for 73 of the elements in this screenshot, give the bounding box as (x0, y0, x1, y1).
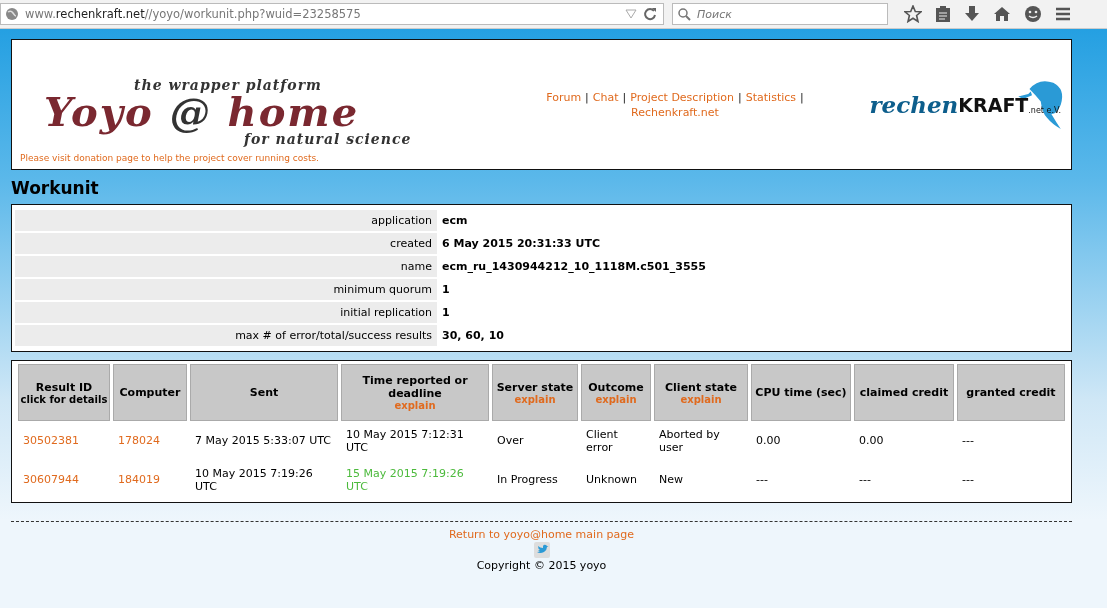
column-header: Computer (113, 364, 187, 421)
smiley-icon[interactable] (1024, 5, 1042, 23)
field-value: 1 (441, 305, 451, 321)
table-cell-text: 15 May 2015 7:19:26 UTC (345, 465, 465, 495)
computer-link[interactable]: 184019 (113, 460, 187, 499)
menu-icon[interactable] (1055, 7, 1071, 21)
column-header: Sent (190, 364, 338, 421)
page-title: Workunit (11, 178, 100, 198)
table-cell-text: --- (961, 433, 975, 449)
column-header: granted credit (957, 364, 1065, 421)
table-cell-text: New (658, 472, 684, 488)
field-label: application (15, 210, 437, 231)
table-cell-text: Over (496, 433, 525, 449)
home-icon[interactable] (993, 6, 1011, 22)
column-header: CPU time (sec) (751, 364, 851, 421)
globe-icon (5, 7, 19, 21)
nav-link[interactable]: Forum (546, 90, 582, 104)
column-header: Client state explain (654, 364, 748, 421)
search-field[interactable]: Поиск (672, 3, 888, 25)
reload-icon[interactable] (643, 7, 657, 21)
explain-link[interactable]: explain (494, 393, 576, 405)
explain-link[interactable]: explain (656, 393, 746, 405)
result-id-link[interactable]: 30607944 (18, 460, 110, 499)
donation-note: Please visit donation page to help the project cover running costs. (20, 153, 320, 163)
field-value: ecm (441, 213, 469, 229)
url-text: www.rechenkraft.net//yoyo/workunit.php?wuid=23258575 (25, 7, 361, 21)
explain-link[interactable]: explain (583, 393, 649, 405)
table-cell-text: 0.00 (858, 433, 885, 449)
nav-link[interactable]: Rechenkraft.net (631, 105, 719, 119)
field-label: created (15, 233, 437, 254)
table-cell-text: Unknown (585, 472, 639, 488)
table-cell-text: 7 May 2015 5:33:07 UTC (194, 433, 332, 449)
column-header: claimed credit (854, 364, 954, 421)
main-page-link[interactable]: Return to yoyo@home main page (448, 528, 635, 541)
field-value: 1 (441, 282, 451, 298)
nav-link[interactable]: Statistics (745, 90, 797, 104)
table-cell-text: 0.00 (755, 433, 782, 449)
column-header: Outcome explain (581, 364, 651, 421)
nav-separator: | (800, 90, 804, 104)
table-cell-text: In Progress (496, 472, 559, 488)
copyright-text: Copyright © 2015 yoyo (476, 559, 607, 572)
nav-link[interactable]: Chat (592, 90, 619, 104)
bird-icon[interactable] (533, 542, 550, 558)
table-cell-text: --- (755, 472, 769, 488)
explain-link[interactable]: explain (343, 400, 487, 411)
nav-link[interactable]: Project Description (630, 90, 735, 104)
field-value: 6 May 2015 20:31:33 UTC (441, 236, 602, 252)
computer-link[interactable]: 178024 (113, 421, 187, 460)
table-cell-text: --- (858, 472, 872, 488)
field-label: initial replication (15, 302, 437, 323)
address-bar[interactable]: www.rechenkraft.net//yoyo/workunit.php?wuid=23258575 (0, 3, 664, 25)
table-cell-text: 10 May 2015 7:19:26 UTC (194, 465, 314, 495)
column-header: Server state explain (492, 364, 578, 421)
column-header: Result ID click for details (18, 364, 110, 421)
table-cell-text: Aborted by user (658, 426, 721, 456)
clipboard-icon[interactable] (935, 5, 951, 23)
table-cell-text: 10 May 2015 7:12:31 UTC (345, 426, 465, 456)
field-value: 30, 60, 10 (441, 328, 505, 344)
result-id-link[interactable]: 30502381 (18, 421, 110, 460)
project-logo: the wrapper platform Yoyo @ home for natural science (44, 77, 413, 147)
field-label: name (15, 256, 437, 277)
table-cell-text: --- (961, 472, 975, 488)
nav-separator: | (738, 90, 742, 104)
download-icon[interactable] (964, 5, 980, 23)
field-label: minimum quorum (15, 279, 437, 300)
search-icon (678, 8, 691, 21)
field-label: max # of error/total/success results (15, 325, 437, 346)
column-header: Time reported or deadline explain (341, 364, 489, 421)
field-value: ecm_ru_1430944212_10_1118M.c501_3555 (441, 259, 707, 275)
nav-separator: | (622, 90, 627, 104)
table-cell-text: Client error (585, 426, 619, 456)
nav-separator: | (585, 90, 589, 104)
star-icon[interactable] (904, 5, 922, 23)
